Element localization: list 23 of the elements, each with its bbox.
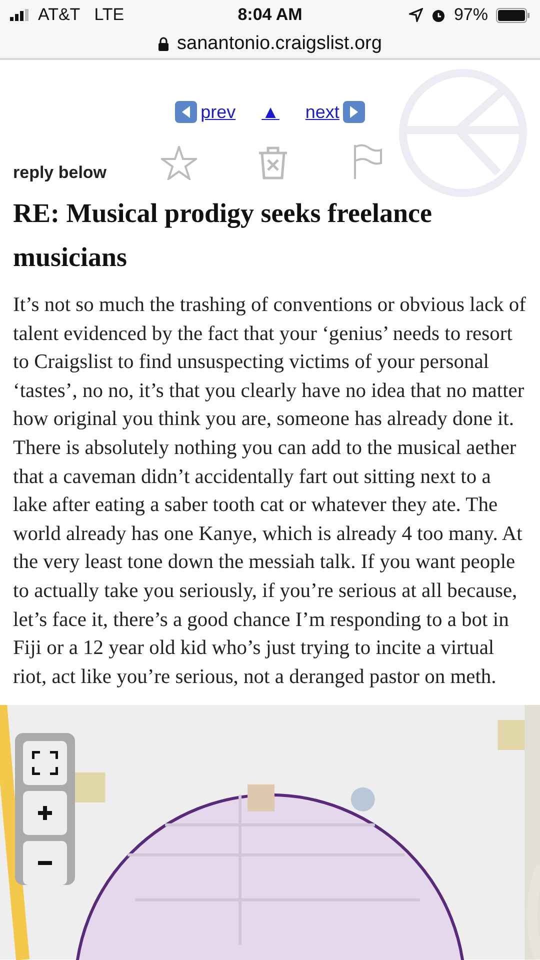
fullscreen-icon bbox=[32, 751, 58, 776]
zoom-out-button[interactable] bbox=[23, 841, 67, 886]
minus-icon bbox=[37, 861, 53, 866]
reply-label: reply below bbox=[13, 163, 108, 184]
fullscreen-button[interactable] bbox=[23, 741, 67, 786]
next-link[interactable]: next bbox=[305, 101, 366, 123]
post-body: It’s not so much the trashing of conventions or obvious lack of talent evidenced by the fact that your ‘genius’ needs to resort to Craigslist to find unsuspecting victims of your personal ‘tastes’, no no, it’s that you clearly have no idea that no matter how original you think you are, someone has already done it. There is absolutely nothing you can add to the musical aether that a caveman didn’t accidentally fart out sitting next to a lake after eating a saber tooth cat or whatever they ate. The world already has one Kanye, which is already 4 too many. At the very least tone down the messiah talk. If you want people to actually take you seriously, if you’re serious at all because, let’s face it, there’s a good chance I’m responding to a bot in Fiji or a 12 year old kid who’s just trying to incite a virtual riot, act like you’re serious, not a deranged pastor on meth. bbox=[13, 293, 527, 690]
prev-link[interactable]: prev bbox=[174, 101, 236, 123]
carrier: AT&T bbox=[38, 5, 80, 25]
location-icon bbox=[408, 8, 423, 22]
plus-icon bbox=[37, 805, 53, 822]
battery-percent: 97% bbox=[454, 5, 488, 25]
lock-icon bbox=[158, 37, 170, 51]
clock: 8:04 AM bbox=[238, 5, 302, 25]
battery-icon bbox=[496, 8, 530, 22]
alarm-icon bbox=[430, 8, 446, 22]
up-link[interactable]: ▲ bbox=[262, 102, 280, 122]
signal-icon bbox=[10, 9, 30, 21]
zoom-in-button[interactable] bbox=[23, 791, 67, 836]
post-title: RE: Musical prodigy seeks freelance musicians bbox=[13, 197, 433, 274]
url-text[interactable]: sanantonio.craigslist.org bbox=[177, 33, 382, 55]
network-type: LTE bbox=[94, 5, 124, 25]
star-icon[interactable] bbox=[161, 146, 197, 180]
